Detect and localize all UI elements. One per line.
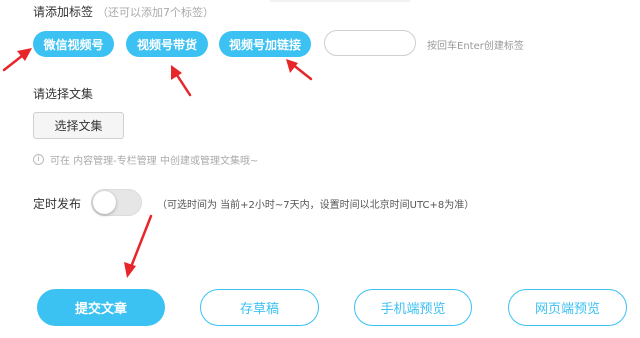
info-icon: i: [33, 154, 44, 165]
tags-title: 请添加标签: [33, 5, 94, 19]
collection-info: i 可在 内容管理-专栏管理 中创建或管理文集哦~: [33, 152, 258, 167]
tag-video-sales[interactable]: 视频号带货: [126, 31, 208, 57]
tag-weixin-video[interactable]: 微信视频号: [33, 31, 114, 57]
schedule-toggle[interactable]: [91, 189, 142, 216]
tags-heading: 请添加标签 （还可以添加7个标签）: [33, 3, 214, 20]
collection-title: 请选择文集: [33, 87, 94, 101]
mobile-preview-button[interactable]: 手机端预览: [354, 289, 472, 326]
tag-input[interactable]: [324, 30, 416, 56]
tag-video-link[interactable]: 视频号加链接: [219, 31, 311, 57]
web-preview-button[interactable]: 网页端预览: [508, 289, 627, 326]
annotation-arrow-icon: [124, 214, 153, 278]
tags-limit-hint: （还可以添加7个标签）: [97, 6, 215, 19]
toggle-knob: [93, 191, 116, 214]
schedule-label: 定时发布: [33, 197, 82, 211]
save-draft-button[interactable]: 存草稿: [200, 289, 319, 326]
annotation-arrow-icon: [2, 48, 32, 72]
collection-info-text: 可在 内容管理-专栏管理 中创建或管理文集哦~: [50, 156, 259, 167]
top-divider: [270, 0, 410, 2]
annotation-arrow-icon: [171, 65, 192, 97]
submit-article-button[interactable]: 提交文章: [37, 289, 165, 326]
choose-collection-button[interactable]: 选择文集: [33, 112, 124, 139]
schedule-hint: （可选时间为 当前+2小时~7天内，设置时间以北京时间UTC+8为准）: [157, 200, 475, 211]
enter-hint: 按回车Enter创建标签: [427, 41, 524, 52]
annotation-arrow-icon: [286, 59, 313, 81]
